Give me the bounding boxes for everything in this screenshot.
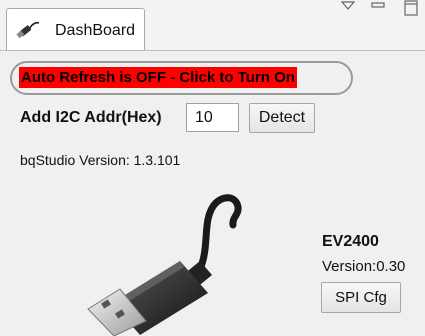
i2c-address-input[interactable] [186,103,239,132]
dashboard-panel: Auto Refresh is OFF - Click to Turn On A… [0,51,425,336]
spi-config-button[interactable]: SPI Cfg [321,282,401,313]
view-menu-triangle-icon[interactable] [341,0,355,12]
view-tab-bar: DashBoard [0,0,425,51]
device-version: Version:0.30 [322,258,406,275]
maximize-icon[interactable] [403,0,419,16]
tab-label: DashBoard [55,22,136,39]
usb-cable-image [87,194,242,336]
i2c-address-label: Add I2C Addr(Hex) [20,109,162,126]
detect-button[interactable]: Detect [249,103,315,133]
device-name: EV2400 [322,233,379,250]
tab-dashboard[interactable]: DashBoard [6,8,145,50]
auto-refresh-toggle[interactable]: Auto Refresh is OFF - Click to Turn On [19,67,297,88]
minimize-icon[interactable] [371,0,385,12]
bqstudio-version: bqStudio Version: 1.3.101 [20,152,181,168]
usb-plug-icon [16,21,40,39]
